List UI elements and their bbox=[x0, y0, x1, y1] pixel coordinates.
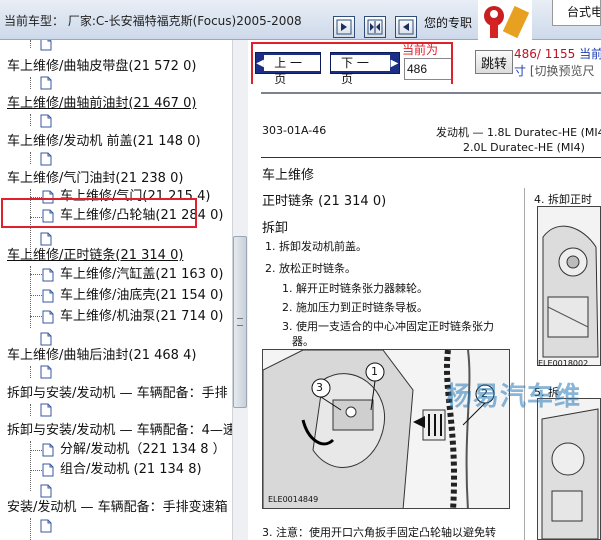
tree-doc-icon bbox=[38, 516, 58, 536]
watermark-text: 杨易汽车维 bbox=[446, 382, 582, 412]
engine-figure-right bbox=[537, 206, 601, 366]
size-label: 寸 bbox=[514, 64, 527, 78]
column-divider bbox=[524, 188, 525, 540]
preview-switch-label: [切换预览尺 bbox=[529, 64, 595, 78]
page-count-suffix: 当前 bbox=[579, 47, 601, 61]
tree-doc-icon bbox=[38, 40, 58, 54]
document-top-rule bbox=[261, 92, 601, 94]
catalog-tree: 车上维修/曲轴皮带盘(21 572 0) 车上维修/曲轴前油封(21 467 0… bbox=[0, 40, 248, 540]
doc-engine-line2: 2.0L Duratec-HE (MI4) bbox=[463, 141, 585, 154]
selection-highlight bbox=[1, 198, 197, 228]
engine-figure-right-2 bbox=[537, 398, 601, 540]
tree-item-label: 车上维修/曲轴皮带盘(21 572 0) bbox=[7, 59, 197, 74]
doc-heading: 正时链条 (21 314 0) bbox=[262, 194, 387, 209]
callout-3: 3 bbox=[316, 381, 323, 394]
doc-substep-cont: 器。 bbox=[292, 335, 314, 348]
tree-item-label: 车上维修/油底壳(21 154 0) bbox=[60, 288, 224, 303]
tree-item-label: 车上维修/机油泵(21 714 0) bbox=[60, 309, 224, 324]
doc-step: 3. 注意：使用开口六角扳手固定凸轮轴以避免转 bbox=[262, 526, 496, 539]
doc-removal-heading: 拆卸 bbox=[262, 221, 289, 236]
page-count-current: 486/ bbox=[514, 47, 541, 61]
doc-section: 车上维修 bbox=[262, 168, 315, 183]
car-model-label: 当前车型： 厂家:C-长安福特福克斯(Focus)2005-2008 bbox=[4, 14, 302, 28]
tree-doc-icon bbox=[38, 149, 58, 169]
app-window: 当前车型： 厂家:C-长安福特福克斯(Focus)2005-2008 您的专职 … bbox=[0, 0, 601, 540]
tree-item[interactable]: 车上维修/油底壳(21 154 0) bbox=[42, 286, 242, 306]
jump-button[interactable]: 跳转 bbox=[475, 50, 513, 74]
doc-engine-line1: 发动机 — 1.8L Duratec-HE (MI4) bbox=[436, 126, 601, 139]
tree-item-label: 组合/发动机 (21 134 8) bbox=[60, 462, 202, 477]
callout-1: 1 bbox=[371, 365, 378, 378]
tree-item-label: 拆卸与安装/发动机 — 车辆配备：4—速 bbox=[7, 423, 233, 438]
tree-doc-icon bbox=[38, 400, 58, 420]
tree-item[interactable]: 安装/发动机 — 车辆配备：手排变速箱 bbox=[7, 498, 233, 518]
tree-item[interactable]: 拆卸与安装/发动机 — 车辆配备：4—速 bbox=[7, 421, 233, 441]
doc-substep: 2. 施加压力到正时链条导板。 bbox=[282, 301, 428, 314]
tree-item-label: 车上维修/发动机 前盖(21 148 0) bbox=[7, 134, 201, 149]
tree-item[interactable]: 组合/发动机 (21 134 8) bbox=[42, 460, 242, 480]
page-count: 486/ 1155 当前 bbox=[514, 45, 601, 62]
split-view-icon[interactable] bbox=[364, 16, 386, 38]
tree-item-label: 车上维修/正时链条(21 314 0) bbox=[7, 248, 184, 263]
figure-id-left: ELE0014849 bbox=[268, 495, 319, 504]
doc-substep: 1. 解开正时链条张力器棘轮。 bbox=[282, 282, 428, 295]
doc-step: 1. 拆卸发动机前盖。 bbox=[265, 240, 367, 253]
tree-item-label: 车上维修/曲轴前油封(21 467 0) bbox=[7, 96, 197, 111]
doc-rule bbox=[261, 157, 601, 158]
doc-code: 303-01A-46 bbox=[262, 124, 327, 137]
doc-substep: 3. 使用一支适合的中心冲固定正时链条张力 bbox=[282, 320, 494, 333]
tree-doc-icon bbox=[38, 362, 58, 382]
scroll-grip-icon bbox=[237, 318, 243, 326]
tree-item[interactable]: 车上维修/汽缸盖(21 163 0) bbox=[42, 265, 242, 285]
tree-doc-icon bbox=[38, 111, 58, 131]
tree-item[interactable]: 分解/发动机（221 134 8 ） bbox=[42, 440, 242, 460]
wrench-logo-icon bbox=[478, 0, 532, 40]
tree-item-label: 车上维修/气门油封(21 238 0) bbox=[7, 171, 184, 186]
page-count-total: 1155 bbox=[540, 47, 580, 61]
figure-id-right: ELE0018002 bbox=[538, 359, 589, 368]
top-header: 当前车型： 厂家:C-长安福特福克斯(Focus)2005-2008 您的专职 … bbox=[0, 0, 601, 40]
doc-step: 2. 放松正时链条。 bbox=[265, 262, 356, 275]
tree-item-label: 车上维修/汽缸盖(21 163 0) bbox=[60, 267, 224, 282]
tree-item-label: 车上维修/曲轴后油封(21 468 4) bbox=[7, 348, 197, 363]
tree-item-label: 分解/发动机（221 134 8 ） bbox=[60, 442, 226, 457]
user-label: 您的专职 bbox=[424, 16, 473, 30]
tree-item-label: 安装/发动机 — 车辆配备：手排变速箱 bbox=[7, 500, 228, 515]
tree-item[interactable]: 车上维修/机油泵(21 714 0) bbox=[42, 307, 242, 327]
tree-doc-icon bbox=[38, 73, 58, 93]
timing-chain-figure: 3 1 2 bbox=[262, 349, 510, 509]
expand-right-icon[interactable] bbox=[395, 16, 417, 38]
right-tab[interactable]: 台式电 bbox=[552, 0, 601, 26]
preview-size-switch[interactable]: 寸 [切换预览尺 bbox=[514, 62, 595, 79]
collapse-left-icon[interactable] bbox=[333, 16, 355, 38]
doc-right-step: 4. 拆卸正时 bbox=[534, 193, 592, 206]
